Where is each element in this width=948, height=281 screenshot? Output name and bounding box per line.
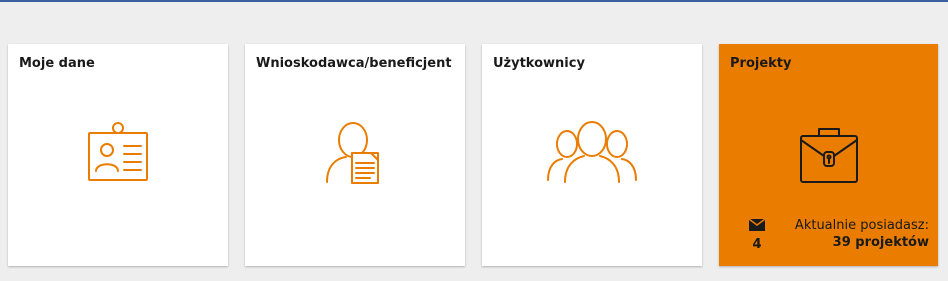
tile-title: Użytkownicy	[493, 56, 585, 71]
messages-indicator[interactable]: 4	[747, 216, 767, 252]
applicant-document-icon	[324, 120, 386, 190]
briefcase-icon	[799, 126, 859, 188]
projects-count: 39 projektów	[832, 235, 929, 250]
tile-wnioskodawca[interactable]: Wnioskodawca/beneficjent	[245, 44, 465, 266]
tile-projekty[interactable]: Projekty 4 Aktualnie posiadasz: 39 proje…	[719, 44, 938, 266]
messages-count: 4	[752, 237, 762, 252]
tile-moje-dane[interactable]: Moje dane	[8, 44, 228, 266]
projects-summary: Aktualnie posiadasz: 39 projektów	[795, 218, 929, 250]
tile-uzytkownicy[interactable]: Użytkownicy	[482, 44, 702, 266]
envelope-icon	[748, 218, 766, 231]
tile-title: Moje dane	[19, 56, 95, 71]
tile-title: Wnioskodawca/beneficjent	[256, 56, 452, 71]
projects-summary-label: Aktualnie posiadasz:	[794, 218, 929, 233]
id-badge-icon	[87, 120, 149, 186]
tile-title: Projekty	[730, 56, 792, 71]
users-group-icon	[545, 120, 639, 188]
top-bar	[0, 0, 948, 2]
